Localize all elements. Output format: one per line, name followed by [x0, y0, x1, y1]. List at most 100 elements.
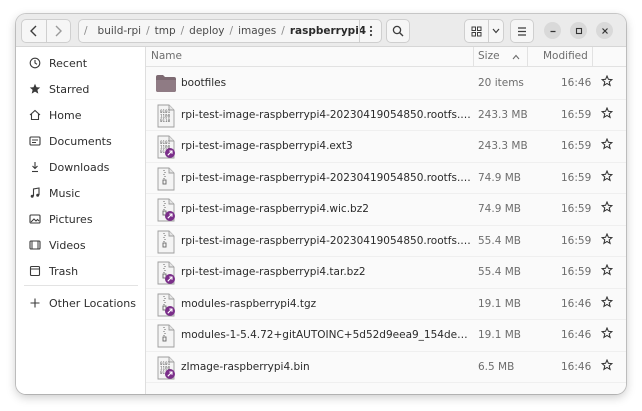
picture-icon [21, 213, 49, 225]
navigation-buttons [21, 19, 71, 43]
star-toggle-icon[interactable] [600, 169, 615, 184]
maximize-button[interactable] [570, 22, 587, 39]
sidebar-item-documents[interactable]: Documents [16, 129, 146, 153]
folder-icon [155, 72, 177, 96]
path-segment-tmp[interactable]: tmp [150, 25, 181, 37]
forward-button[interactable] [45, 20, 70, 42]
star-toggle-icon[interactable] [600, 263, 615, 278]
sidebar-item-downloads[interactable]: Downloads [16, 155, 146, 179]
star-toggle-icon[interactable] [600, 326, 615, 341]
sidebar-item-music[interactable]: Music [16, 181, 146, 205]
path-menu-button[interactable] [359, 20, 381, 42]
view-dropdown-button[interactable] [488, 20, 503, 42]
binary-file-icon: 0101 1100 0110 [155, 104, 177, 128]
file-size: 243.3 MB [478, 108, 528, 121]
table-row[interactable]: modules-1-5.4.72+gitAUTOINC+5d52d9eea9_1… [146, 320, 626, 352]
file-modified: 16:46 [561, 297, 592, 310]
file-modified: 16:46 [561, 360, 592, 373]
star-toggle-icon[interactable] [600, 200, 615, 215]
file-size: 19.1 MB [478, 329, 521, 341]
sidebar-item-other-locations[interactable]: Other Locations [16, 291, 146, 315]
file-size: 243.3 MB [478, 140, 528, 152]
sidebar-item-videos[interactable]: Videos [16, 233, 146, 257]
video-icon [21, 239, 49, 251]
column-name[interactable]: Name [151, 50, 182, 62]
close-button[interactable] [596, 22, 613, 39]
file-name: rpi-test-image-raspberrypi4.wic.bz2 [181, 203, 369, 215]
back-icon [29, 25, 37, 37]
path-segment-build-rpi[interactable]: build-rpi [93, 25, 147, 37]
column-header: Name Size Modified [146, 47, 626, 67]
sidebar-item-recent[interactable]: Recent [16, 51, 146, 75]
svg-text:0110: 0110 [160, 118, 171, 123]
sort-ascending-icon [512, 54, 520, 60]
file-size: 74.9 MB [478, 203, 521, 215]
sidebar-item-label: Trash [49, 264, 79, 278]
file-size: 20 items [478, 77, 524, 89]
path-segment-deploy[interactable]: deploy [184, 25, 229, 37]
file-modified: 16:59 [561, 266, 592, 278]
column-separator[interactable] [527, 47, 528, 67]
file-name: rpi-test-image-raspberrypi4.tar.bz2 [181, 266, 366, 278]
star-toggle-icon[interactable] [600, 232, 615, 247]
star-toggle-icon[interactable] [600, 106, 615, 121]
file-name: rpi-test-image-raspberrypi4-202304190548… [181, 108, 473, 121]
file-list: Name Size Modified bootfiles 20 items 16:4… [146, 47, 626, 394]
file-size: 19.1 MB [478, 297, 521, 310]
file-name: bootfiles [181, 77, 227, 89]
file-name: modules-1-5.4.72+gitAUTOINC+5d52d9eea9_1… [181, 329, 473, 341]
sidebar-item-home[interactable]: Home [16, 103, 146, 127]
table-row[interactable]: 0101 1100 0110 rpi-test-image-raspberrypi4.… [146, 131, 626, 163]
file-size: 55.4 MB [478, 234, 521, 247]
table-row[interactable]: rpi-test-image-raspberrypi4-202304190548… [146, 163, 626, 194]
table-row[interactable]: rpi-test-image-raspberrypi4-202304190548… [146, 226, 626, 257]
search-button[interactable] [386, 19, 410, 43]
file-size: 6.5 MB [478, 360, 515, 373]
table-row[interactable]: 0101 1100 0110 rpi-test-image-raspberrypi4-… [146, 100, 626, 131]
binary-file-icon: 0101 1100 0110 [155, 356, 177, 380]
back-button[interactable] [22, 20, 46, 42]
home-icon [21, 109, 49, 121]
sidebar-item-label: Documents [49, 134, 112, 148]
close-icon [601, 27, 608, 34]
star-toggle-icon[interactable] [600, 358, 615, 373]
archive-file-icon [155, 324, 177, 348]
path-root-separator: / [84, 25, 88, 37]
view-options [464, 19, 504, 43]
sidebar-item-label: Videos [49, 238, 86, 252]
file-name: rpi-test-image-raspberrypi4.ext3 [181, 140, 353, 152]
grid-view-icon [471, 26, 482, 36]
archive-file-icon [155, 230, 177, 254]
trash-icon [21, 265, 49, 277]
column-size[interactable]: Size [478, 50, 500, 62]
archive-file-icon [155, 293, 177, 317]
star-toggle-icon[interactable] [600, 137, 615, 152]
minimize-button[interactable] [544, 22, 561, 39]
table-row[interactable]: 0101 1100 0110 zImage-raspberrypi4.bin 6.5 M… [146, 352, 626, 383]
file-modified: 16:59 [561, 140, 592, 152]
column-modified[interactable]: Modified [543, 50, 588, 62]
column-separator[interactable] [473, 47, 474, 67]
file-modified: 16:46 [561, 329, 592, 341]
sidebar-item-label: Pictures [49, 212, 93, 226]
star-toggle-icon[interactable] [600, 295, 615, 310]
headerbar: / build-rpi / tmp / deploy / images / ra… [16, 14, 626, 47]
table-row[interactable]: modules-raspberrypi4.tgz 19.1 MB 16:46 [146, 289, 626, 320]
file-size: 55.4 MB [478, 266, 521, 278]
sidebar-item-pictures[interactable]: Pictures [16, 207, 146, 231]
sidebar-item-starred[interactable]: Starred [16, 77, 146, 101]
file-name: rpi-test-image-raspberrypi4-202304190548… [181, 171, 473, 184]
column-separator[interactable] [592, 47, 593, 67]
grid-view-button[interactable] [465, 20, 488, 42]
path-segment-images[interactable]: images [233, 25, 281, 37]
music-icon [21, 187, 49, 199]
table-row[interactable]: bootfiles 20 items 16:46 [146, 68, 626, 100]
table-row[interactable]: rpi-test-image-raspberrypi4.tar.bz2 55.4 … [146, 257, 626, 289]
table-row[interactable]: rpi-test-image-raspberrypi4.wic.bz2 74.9 … [146, 194, 626, 226]
sidebar-item-trash[interactable]: Trash [16, 259, 146, 283]
main-menu-button[interactable] [510, 19, 534, 43]
file-modified: 16:59 [561, 108, 592, 121]
star-toggle-icon[interactable] [600, 74, 615, 89]
document-icon [21, 135, 49, 147]
sidebar-item-label: Recent [49, 56, 88, 70]
